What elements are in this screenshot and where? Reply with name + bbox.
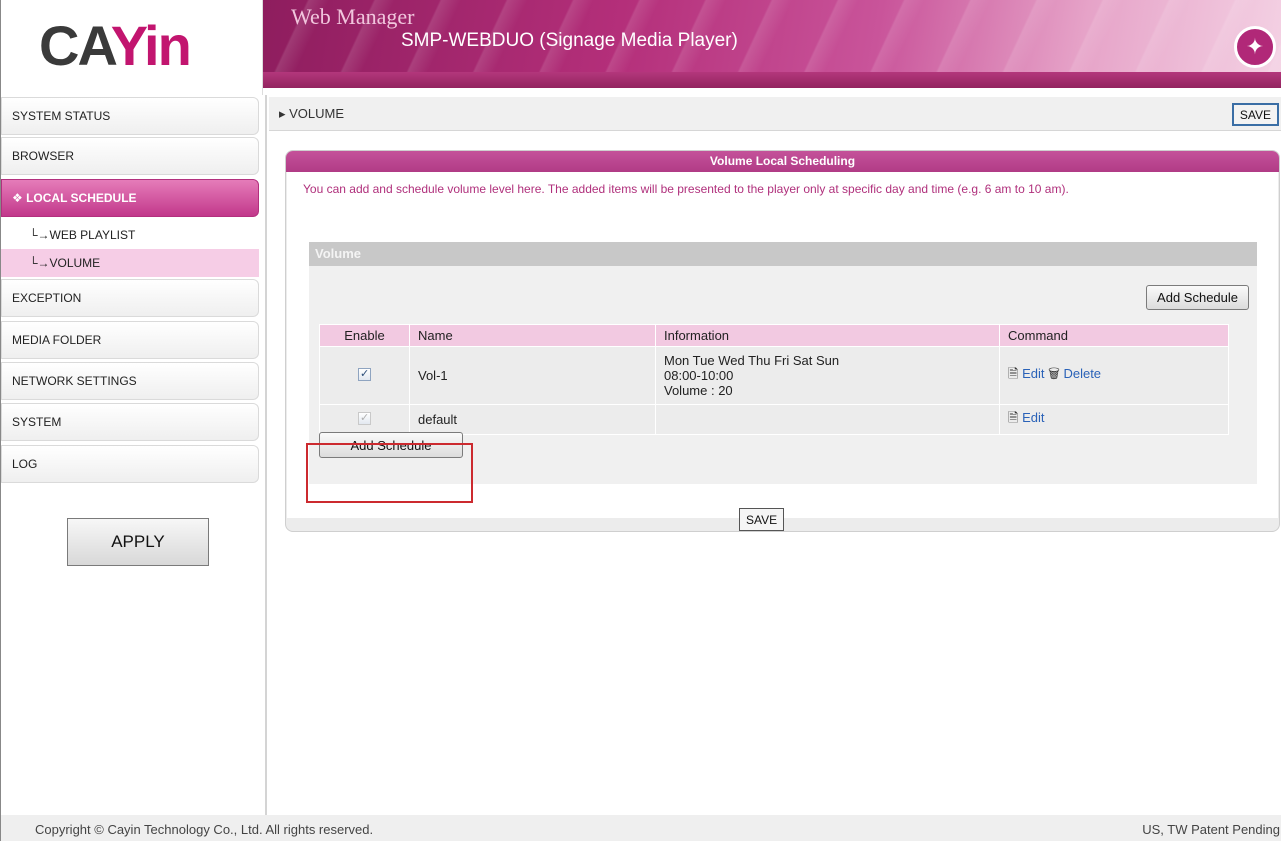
sidebar-item-label: EXCEPTION <box>12 291 82 305</box>
sidebar: SYSTEM STATUS BROWSER ❖ LOCAL SCHEDULE └… <box>1 95 267 815</box>
patent-text: US, TW Patent Pending <box>1142 822 1280 837</box>
enable-checkbox-disabled <box>358 411 371 425</box>
sidebar-item-network-settings[interactable]: NETWORK SETTINGS <box>1 362 259 400</box>
breadcrumb-bar: ▸ VOLUME SAVE <box>269 97 1281 131</box>
enable-cell <box>319 404 410 435</box>
wand-star-icon: ✦ <box>1234 26 1276 68</box>
add-schedule-button-top[interactable]: Add Schedule <box>1146 285 1249 310</box>
column-header-information: Information <box>655 324 1000 347</box>
sidebar-item-label: NETWORK SETTINGS <box>12 374 137 388</box>
sidebar-item-label: MEDIA FOLDER <box>12 333 102 347</box>
panel-body: You can add and schedule volume level he… <box>287 172 1278 531</box>
sidebar-item-browser[interactable]: BROWSER <box>1 137 259 175</box>
diamond-bullet-icon: ❖ <box>12 191 27 205</box>
column-header-name: Name <box>409 324 656 347</box>
command-cell: 🗎 Edit <box>999 404 1229 435</box>
cayin-logo: CAYin <box>39 18 192 74</box>
delete-link[interactable]: Delete <box>1063 366 1101 381</box>
information-cell <box>655 404 1000 435</box>
panel-description: You can add and schedule volume level he… <box>303 182 1069 196</box>
sidebar-item-label: BROWSER <box>12 149 75 163</box>
sidebar-subitem-web-playlist[interactable]: └→WEB PLAYLIST <box>1 221 259 249</box>
info-volume: Volume : 20 <box>664 383 733 398</box>
column-header-command: Command <box>999 324 1229 347</box>
sidebar-item-label: LOG <box>12 457 38 471</box>
volume-scheduling-panel: Volume Local Scheduling You can add and … <box>285 150 1280 532</box>
sidebar-item-media-folder[interactable]: MEDIA FOLDER <box>1 321 259 359</box>
header-banner: Web Manager SMP-WEBDUO (Signage Media Pl… <box>263 0 1281 88</box>
footer: Copyright © Cayin Technology Co., Ltd. A… <box>1 815 1281 841</box>
volume-section-title: Volume <box>309 242 1257 266</box>
column-header-enable: Enable <box>319 324 410 347</box>
table-row: default 🗎 Edit <box>319 404 1229 435</box>
logo-text-pink: Yin <box>110 14 192 77</box>
sidebar-subitem-label: └→WEB PLAYLIST <box>29 228 136 242</box>
edit-link[interactable]: Edit <box>1022 366 1044 381</box>
enable-checkbox[interactable] <box>358 367 371 381</box>
edit-document-icon: 🗎 <box>1008 409 1019 425</box>
sidebar-item-label: SYSTEM STATUS <box>12 109 111 123</box>
edit-document-icon: 🗎 <box>1008 365 1019 381</box>
table-row: Vol-1 Mon Tue Wed Thu Fri Sat Sun 08:00-… <box>319 346 1229 405</box>
app-title: Web Manager <box>291 4 415 29</box>
sidebar-item-label: LOCAL SCHEDULE <box>26 191 137 205</box>
breadcrumb: ▸ VOLUME <box>279 106 345 121</box>
web-manager-app: CAYin Web Manager SMP-WEBDUO (Signage Me… <box>0 0 1281 841</box>
highlight-box <box>306 443 473 503</box>
info-time: 08:00-10:00 <box>664 368 734 383</box>
enable-cell <box>319 346 410 405</box>
save-button-top[interactable]: SAVE <box>1231 103 1279 126</box>
schedule-table: Enable Name Information Command Vol-1 Mo… <box>319 324 1229 435</box>
sidebar-subitem-label: └→VOLUME <box>29 256 101 270</box>
info-days: Mon Tue Wed Thu Fri Sat Sun <box>664 353 840 368</box>
information-cell: Mon Tue Wed Thu Fri Sat Sun 08:00-10:00 … <box>655 346 1000 405</box>
apply-button[interactable]: APPLY <box>67 518 209 566</box>
edit-link[interactable]: Edit <box>1022 410 1044 425</box>
panel-title: Volume Local Scheduling <box>286 151 1279 172</box>
logo-area: CAYin <box>1 0 263 95</box>
name-cell: Vol-1 <box>409 346 656 405</box>
trash-icon: 🗑 <box>1048 365 1060 381</box>
name-cell: default <box>409 404 656 435</box>
device-title: SMP-WEBDUO (Signage Media Player) <box>401 30 738 51</box>
save-button-bottom[interactable]: SAVE <box>739 508 785 531</box>
sidebar-item-exception[interactable]: EXCEPTION <box>1 279 259 317</box>
sidebar-item-label: SYSTEM <box>12 415 62 429</box>
command-cell: 🗎 Edit 🗑 Delete <box>999 346 1229 405</box>
table-header-row: Enable Name Information Command <box>319 324 1229 347</box>
sidebar-item-log[interactable]: LOG <box>1 445 259 483</box>
sidebar-item-system[interactable]: SYSTEM <box>1 403 259 441</box>
copyright-text: Copyright © Cayin Technology Co., Ltd. A… <box>35 822 374 837</box>
sidebar-item-system-status[interactable]: SYSTEM STATUS <box>1 97 259 135</box>
sidebar-subitem-volume[interactable]: └→VOLUME <box>1 249 259 277</box>
sidebar-item-local-schedule[interactable]: ❖ LOCAL SCHEDULE <box>1 179 259 217</box>
logo-text-dark: CA <box>39 14 113 77</box>
